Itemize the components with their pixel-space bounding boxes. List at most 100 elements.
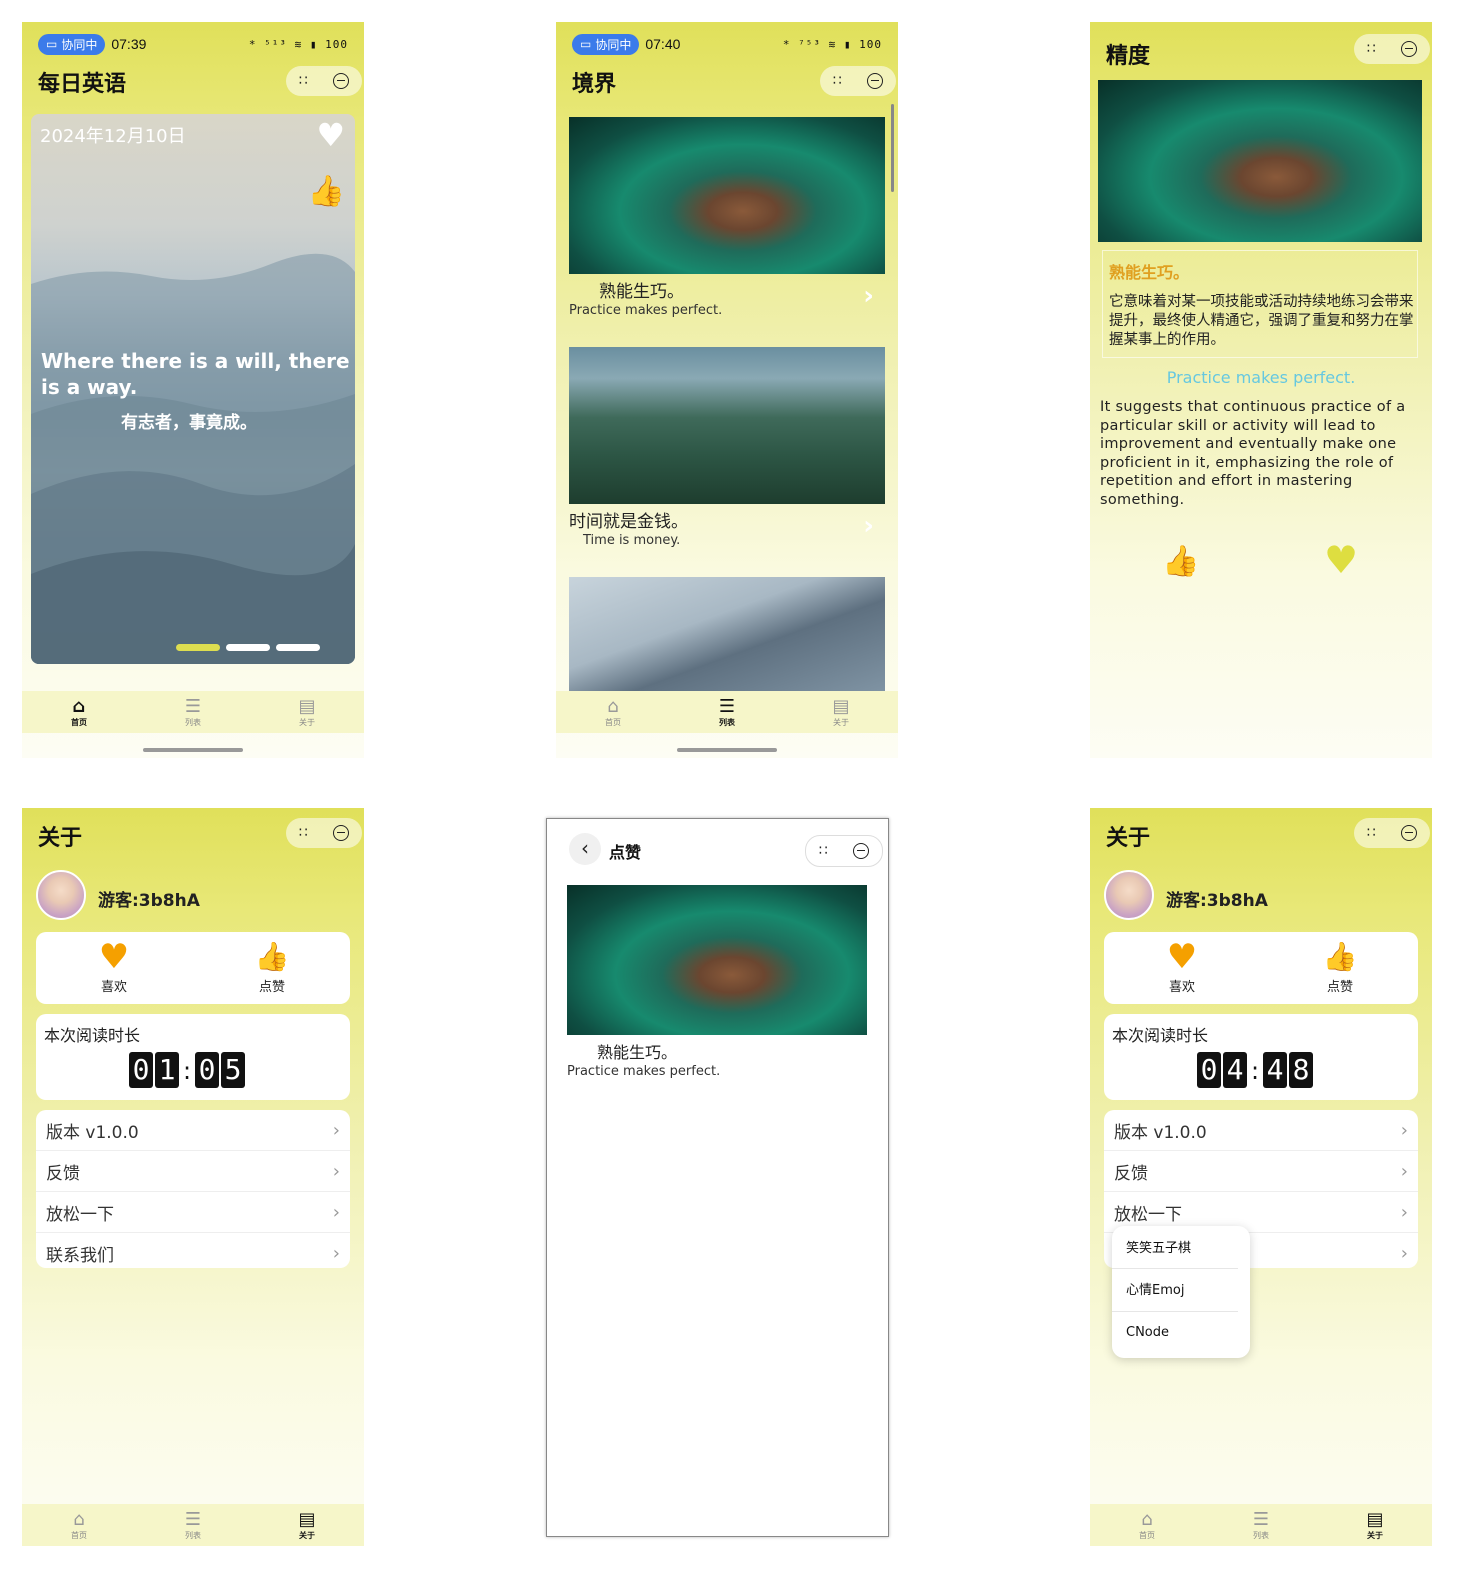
reading-timer-card: 本次阅读时长 01:05	[36, 1014, 350, 1100]
carousel-indicator[interactable]	[176, 644, 320, 651]
home-icon: ⌂	[1141, 1508, 1153, 1530]
heart-icon: ♥	[98, 937, 130, 977]
miniapp-capsule[interactable]: ∷	[820, 66, 896, 96]
list-item[interactable]: 时间就是金钱。 Time is money. ›	[568, 347, 886, 557]
status-icons: * ⁵¹³ ≋ ▮ 100	[248, 37, 348, 51]
avatar[interactable]	[36, 870, 86, 920]
thumbs-button[interactable]: 👍 点赞	[244, 938, 300, 995]
miniapp-capsule[interactable]: ∷	[805, 835, 883, 867]
avatar[interactable]	[1104, 870, 1154, 920]
popup-item-emoji[interactable]: 心情Emoj	[1112, 1269, 1238, 1312]
home-indicator[interactable]	[143, 748, 243, 752]
menu-version[interactable]: 版本 v1.0.0 ›	[1104, 1110, 1418, 1151]
popup-item-cnode[interactable]: CNode	[1112, 1312, 1250, 1354]
home-screen: ▭ 协同中 07:39 * ⁵¹³ ≋ ▮ 100 每日英语 ∷ 2024年12月…	[22, 22, 364, 758]
tab-list[interactable]: ☰ 列表	[697, 695, 757, 728]
close-icon[interactable]	[1401, 41, 1418, 57]
tab-home[interactable]: ⌂ 首页	[1117, 1508, 1177, 1541]
tab-list[interactable]: ☰ 列表	[1231, 1508, 1291, 1541]
cn-description: 它意味着对某一项技能或活动持续地练习会带来提升，最终使人精通它，强调了重复和努力…	[1109, 294, 1414, 348]
username: 游客:3b8hA	[1166, 891, 1268, 911]
more-icon[interactable]: ∷	[299, 73, 308, 89]
about-screen-popup: 关于 ∷ 游客:3b8hA ♥ 喜欢 👍 点赞 本次阅读时长 04:48 版本 …	[1090, 808, 1432, 1546]
page-title: 境界	[572, 72, 617, 97]
menu-contact[interactable]: 联系我们 ›	[36, 1233, 350, 1268]
back-button[interactable]: ‹	[569, 833, 601, 865]
likes-screen: ‹ 点赞 ∷ 熟能生巧。 Practice makes perfect.	[546, 818, 889, 1537]
list-icon: ☰	[184, 1508, 202, 1530]
menu-feedback[interactable]: 反馈 ›	[36, 1151, 350, 1192]
detail-image	[1098, 80, 1422, 242]
tab-bar: ⌂ 首页 ☰ 列表 ▤ 关于	[556, 691, 898, 733]
close-icon[interactable]	[853, 843, 870, 859]
status-time: 07:40	[645, 36, 681, 52]
reading-label: 本次阅读时长	[44, 1026, 141, 1045]
chevron-right-icon[interactable]: ›	[863, 281, 874, 311]
tab-home[interactable]: ⌂ 首页	[583, 695, 643, 728]
tab-about[interactable]: ▤ 关于	[811, 696, 871, 728]
more-icon[interactable]: ∷	[1367, 825, 1376, 841]
liked-item-image	[567, 885, 867, 1035]
close-icon[interactable]	[333, 825, 350, 841]
more-icon[interactable]: ∷	[299, 825, 308, 841]
tab-home[interactable]: ⌂ 首页	[49, 1509, 109, 1541]
thumbs-up-icon: 👍	[254, 940, 290, 973]
tab-list[interactable]: ☰ 列表	[163, 696, 223, 728]
popup-item-gomoku[interactable]: 笑笑五子棋	[1112, 1226, 1238, 1269]
more-icon[interactable]: ∷	[1367, 41, 1376, 57]
tab-home[interactable]: ⌂ 首页	[49, 696, 109, 728]
heart-icon[interactable]: ♥	[316, 116, 345, 154]
page-title: 关于	[1106, 826, 1151, 851]
menu-feedback[interactable]: 反馈 ›	[1104, 1151, 1418, 1192]
miniapp-capsule[interactable]: ∷	[286, 818, 362, 848]
thumbs-button[interactable]: 👍 点赞	[1312, 938, 1368, 995]
close-icon[interactable]	[1401, 825, 1418, 841]
menu-relax[interactable]: 放松一下 ›	[36, 1192, 350, 1233]
chevron-right-icon: ›	[332, 1119, 340, 1141]
collab-badge[interactable]: ▭ 协同中	[572, 33, 640, 55]
book-icon: ▤	[298, 695, 316, 717]
miniapp-capsule[interactable]: ∷	[1354, 818, 1430, 848]
tab-about[interactable]: ▤ 关于	[277, 1509, 337, 1541]
chevron-right-icon[interactable]: ›	[863, 511, 874, 541]
tab-list[interactable]: ☰ 列表	[163, 1508, 223, 1541]
close-icon[interactable]	[333, 73, 350, 89]
carousel-dot[interactable]	[226, 644, 270, 651]
list-item[interactable]: 熟能生巧。 Practice makes perfect. ›	[568, 117, 886, 327]
menu-version[interactable]: 版本 v1.0.0 ›	[36, 1110, 350, 1151]
home-indicator[interactable]	[677, 748, 777, 752]
miniapp-capsule[interactable]: ∷	[286, 66, 362, 96]
detail-screen: 精度 ∷ 熟能生巧。 它意味着对某一项技能或活动持续地练习会带来提升，最终使人精…	[1090, 22, 1432, 758]
about-screen: 关于 ∷ 游客:3b8hA ♥ 喜欢 👍 点赞 本次阅读时长 01:05 版本 …	[22, 808, 364, 1546]
chevron-right-icon: ›	[1400, 1160, 1408, 1182]
thumbs-up-icon[interactable]: 👍	[1162, 544, 1199, 579]
list-item-subtitle: Practice makes perfect.	[569, 303, 723, 318]
page-title: 点赞	[609, 843, 642, 862]
menu-card: 版本 v1.0.0 › 反馈 › 放松一下 › 联系我们 ›	[36, 1110, 350, 1268]
hero-card[interactable]: 2024年12月10日 ♥ 👍 Where there is a will, t…	[31, 114, 355, 664]
miniapp-capsule[interactable]: ∷	[1354, 34, 1430, 64]
heart-icon[interactable]: ♥	[1324, 538, 1358, 582]
more-icon[interactable]: ∷	[833, 73, 842, 89]
close-icon[interactable]	[867, 73, 884, 89]
tab-about[interactable]: ▤ 关于	[277, 695, 337, 728]
liked-item[interactable]: 熟能生巧。 Practice makes perfect.	[567, 885, 867, 1085]
likes-button[interactable]: ♥ 喜欢	[86, 938, 142, 995]
page-title: 精度	[1106, 44, 1151, 69]
liked-item-title: 熟能生巧。	[597, 1043, 678, 1062]
carousel-dot-active[interactable]	[176, 644, 220, 651]
scrollbar[interactable]	[891, 104, 894, 192]
screen-icon: ▭	[580, 37, 592, 51]
list-icon: ☰	[1252, 1508, 1270, 1530]
tab-about[interactable]: ▤ 关于	[1345, 1509, 1405, 1541]
home-icon: ⌂	[607, 695, 619, 717]
list-icon: ☰	[718, 695, 736, 717]
list-item[interactable]	[568, 577, 886, 691]
carousel-dot[interactable]	[276, 644, 320, 651]
thumbs-up-icon[interactable]: 👍	[308, 174, 345, 209]
chevron-right-icon: ›	[1400, 1242, 1408, 1264]
likes-button[interactable]: ♥ 喜欢	[1154, 938, 1210, 995]
more-icon[interactable]: ∷	[819, 843, 828, 859]
chevron-right-icon: ›	[332, 1201, 340, 1223]
collab-badge[interactable]: ▭ 协同中	[38, 33, 106, 55]
